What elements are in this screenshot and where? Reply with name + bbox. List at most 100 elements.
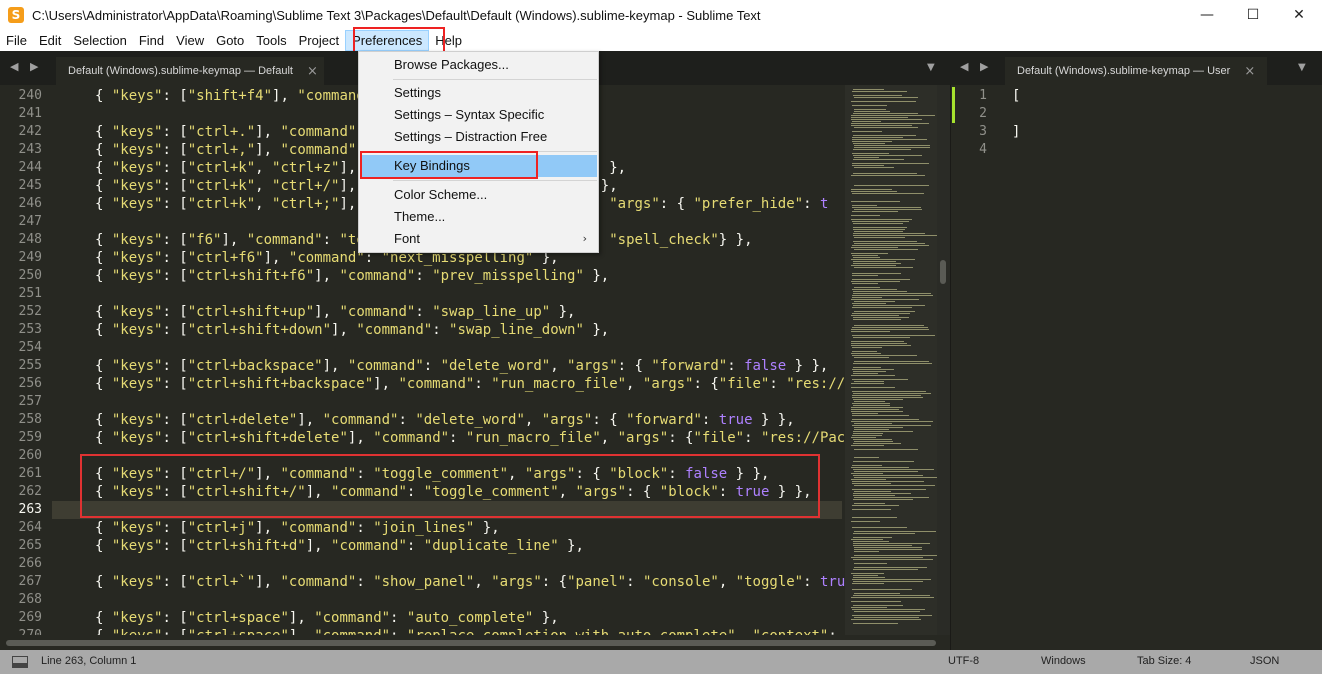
minimap[interactable] (845, 85, 937, 635)
menu-item-font[interactable]: Font › (360, 228, 597, 250)
code-line[interactable]: { "keys": ["ctrl+shift+up"], "command": … (95, 303, 576, 321)
menu-item-settings[interactable]: Settings (360, 82, 597, 104)
minimap-line (853, 305, 925, 306)
minimap-line (853, 235, 937, 236)
minimap-line (854, 237, 905, 238)
code-line[interactable]: { "keys": ["ctrl+shift+down"], "command"… (95, 321, 609, 339)
status-encoding[interactable]: UTF-8 (948, 655, 979, 667)
minimap-line (852, 193, 924, 194)
tab-default-keymap[interactable]: Default (Windows).sublime-keymap — Defau… (56, 57, 324, 85)
minimize-button[interactable]: — (1184, 0, 1230, 30)
minimap-line (852, 121, 881, 122)
code-line[interactable]: { "keys": ["ctrl+."], "command": (95, 123, 365, 141)
minimap-line (854, 491, 891, 492)
menu-selection[interactable]: Selection (67, 30, 132, 51)
editor-user-keymap[interactable]: 1 [2 3] 4 (950, 85, 1322, 650)
vertical-scrollbar[interactable] (937, 85, 950, 635)
menu-separator (393, 79, 597, 80)
minimap-line (852, 355, 917, 356)
tab-dropdown-icon[interactable]: ▼ (1298, 62, 1306, 73)
code-line[interactable]: { "keys": ["ctrl+`"], "command": "show_p… (95, 573, 862, 591)
title-bar: S C:\Users\Administrator\AppData\Roaming… (0, 0, 1322, 30)
minimap-line (853, 623, 898, 624)
minimap-line (852, 395, 921, 396)
minimap-line (854, 145, 930, 146)
minimap-line (851, 123, 929, 124)
code-line[interactable]: { "keys": ["ctrl+space"], "command": "re… (95, 627, 837, 635)
minimap-line (854, 567, 927, 568)
menu-item-settings-distraction-free[interactable]: Settings – Distraction Free (360, 126, 597, 148)
minimap-line (853, 233, 925, 234)
minimap-line (851, 445, 884, 446)
minimap-line (852, 327, 928, 328)
minimap-line (853, 227, 907, 228)
minimap-line (852, 527, 907, 528)
menu-find[interactable]: Find (133, 30, 170, 51)
menu-edit[interactable]: Edit (33, 30, 67, 51)
minimap-line (853, 373, 878, 374)
menu-project[interactable]: Project (293, 30, 345, 51)
status-syntax[interactable]: JSON (1250, 655, 1279, 667)
code-line[interactable]: { "keys": ["ctrl+delete"], "command": "d… (95, 411, 795, 429)
tab-nav-arrows[interactable]: ◀ ▶ (960, 60, 992, 73)
menu-item-browse-packages[interactable]: Browse Packages... (360, 54, 597, 76)
minimap-line (854, 427, 903, 428)
tab-nav-arrows[interactable]: ◀ ▶ (10, 60, 42, 73)
status-tab-size[interactable]: Tab Size: 4 (1137, 655, 1191, 667)
status-cursor-position: Line 263, Column 1 (41, 655, 137, 667)
minimap-line (854, 185, 929, 186)
line-number: 258 (18, 412, 42, 427)
code-line[interactable]: { "keys": ["ctrl+shift+f6"], "command": … (95, 267, 609, 285)
menu-goto[interactable]: Goto (210, 30, 250, 51)
tab-user-keymap[interactable]: Default (Windows).sublime-keymap — User … (1005, 57, 1267, 85)
panel-toggle-icon[interactable] (12, 656, 28, 668)
code-line[interactable]: { "keys": ["ctrl+shift+d"], "command": "… (95, 537, 584, 555)
minimap-line (851, 219, 912, 220)
menu-view[interactable]: View (170, 30, 210, 51)
preferences-highlight-box (353, 27, 445, 54)
code-line[interactable]: { "keys": ["ctrl+shift+backspace"], "com… (95, 375, 862, 393)
line-number: 255 (18, 358, 42, 373)
close-button[interactable]: ✕ (1276, 0, 1322, 30)
minimap-line (852, 207, 921, 208)
minimap-line (853, 559, 933, 560)
line-number: 247 (18, 214, 42, 229)
modified-line-marker (952, 105, 955, 123)
minimap-line (853, 319, 901, 320)
menu-item-settings-syntax-specific[interactable]: Settings – Syntax Specific (360, 104, 597, 126)
code-line[interactable]: { "keys": ["ctrl+backspace"], "command":… (95, 357, 828, 375)
status-bar: Line 263, Column 1 UTF-8 Windows Tab Siz… (0, 650, 1322, 674)
menu-file[interactable]: File (0, 30, 33, 51)
minimap-line (854, 593, 900, 594)
menu-item-color-scheme[interactable]: Color Scheme... (360, 184, 597, 206)
code-line[interactable]: { "keys": ["ctrl+space"], "command": "au… (95, 609, 559, 627)
minimap-line (853, 581, 923, 582)
code-line[interactable]: ] (1012, 123, 1020, 141)
scrollbar-thumb[interactable] (940, 260, 946, 284)
minimap-line (854, 429, 889, 430)
menu-item-theme[interactable]: Theme... (360, 206, 597, 228)
horizontal-scrollbar-thumb[interactable] (6, 640, 936, 646)
line-number: 257 (18, 394, 42, 409)
code-line[interactable]: { "keys": ["ctrl+,"], "command": (95, 141, 365, 159)
code-line[interactable]: { "keys": ["ctrl+j"], "command": "join_l… (95, 519, 500, 537)
maximize-button[interactable]: ☐ (1230, 0, 1276, 30)
minimap-line (854, 325, 924, 326)
minimap-line (852, 379, 908, 380)
code-line[interactable]: { "keys": ["ctrl+shift+delete"], "comman… (95, 429, 862, 447)
line-number: 241 (18, 106, 42, 121)
minimap-line (853, 149, 911, 150)
minimap-line (851, 189, 892, 190)
minimap-line (852, 165, 884, 166)
tab-close-icon[interactable]: × (307, 64, 318, 79)
minimap-line (854, 547, 922, 548)
code-line[interactable]: { "keys": ["shift+f4"], "command" (95, 87, 373, 105)
menu-tools[interactable]: Tools (250, 30, 292, 51)
code-line[interactable]: [ (1012, 87, 1020, 105)
tab-close-icon[interactable]: × (1244, 64, 1255, 79)
minimap-line (853, 443, 901, 444)
minimap-line (852, 583, 884, 584)
tab-dropdown-icon[interactable]: ▼ (927, 62, 935, 73)
line-number: 260 (18, 448, 42, 463)
status-line-endings[interactable]: Windows (1041, 655, 1086, 667)
